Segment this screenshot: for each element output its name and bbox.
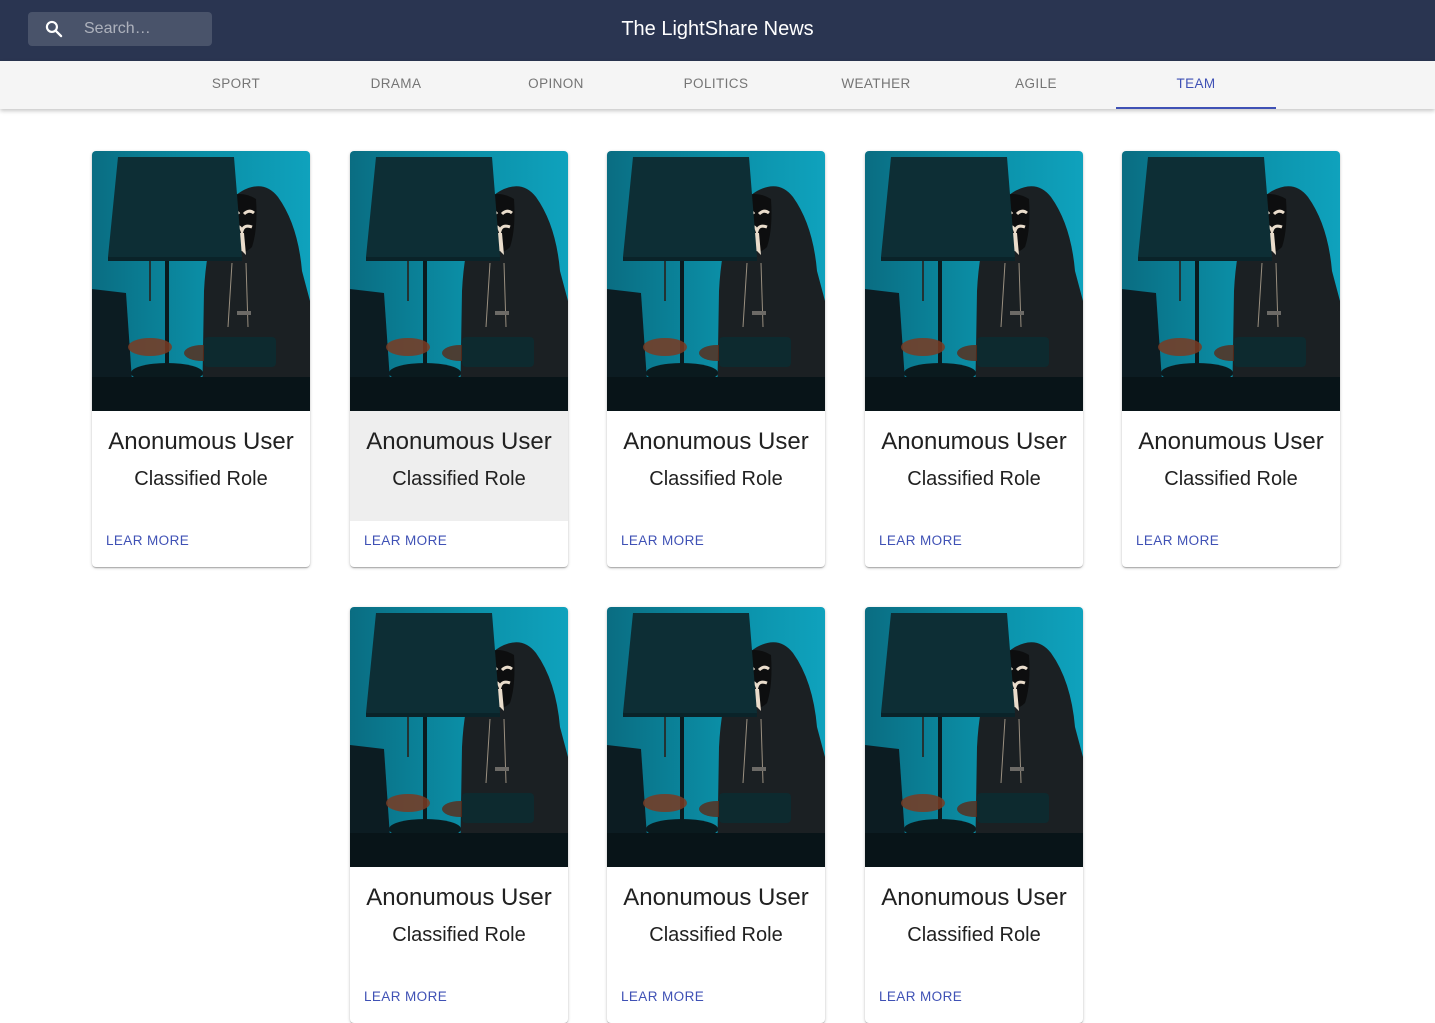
learn-more-button[interactable]: Lear More bbox=[106, 533, 189, 548]
member-role: Classified Role bbox=[907, 924, 1041, 946]
team-card-1[interactable]: Anonumous User Classified Role Lear More bbox=[92, 151, 310, 567]
tab-drama[interactable]: Drama bbox=[316, 61, 476, 109]
card-content: Anonumous User Classified Role bbox=[607, 867, 825, 977]
learn-more-button[interactable]: Lear More bbox=[879, 989, 962, 1004]
card-content: Anonumous User Classified Role bbox=[607, 411, 825, 521]
tabs: Sport Drama Opinon Politics Weather Agil… bbox=[156, 61, 1276, 109]
learn-more-button[interactable]: Lear More bbox=[364, 989, 447, 1004]
member-name: Anonumous User bbox=[881, 428, 1067, 455]
tab-team[interactable]: Team bbox=[1116, 61, 1276, 109]
card-content: Anonumous User Classified Role bbox=[865, 867, 1083, 977]
learn-more-button[interactable]: Lear More bbox=[364, 533, 447, 548]
card-content: Anonumous User Classified Role bbox=[865, 411, 1083, 521]
card-actions: Lear More bbox=[1122, 521, 1340, 567]
team-member-photo bbox=[607, 607, 825, 867]
member-name: Anonumous User bbox=[623, 428, 809, 455]
learn-more-button[interactable]: Lear More bbox=[621, 533, 704, 548]
tab-sport[interactable]: Sport bbox=[156, 61, 316, 109]
member-name: Anonumous User bbox=[366, 428, 552, 455]
tab-politics[interactable]: Politics bbox=[636, 61, 796, 109]
member-role: Classified Role bbox=[392, 468, 526, 490]
card-actions: Lear More bbox=[865, 977, 1083, 1023]
member-name: Anonumous User bbox=[623, 884, 809, 911]
team-member-photo bbox=[350, 151, 568, 411]
member-name: Anonumous User bbox=[366, 884, 552, 911]
team-grid: Anonumous User Classified Role Lear More bbox=[0, 0, 1435, 1023]
learn-more-button[interactable]: Lear More bbox=[879, 533, 962, 548]
category-tab-bar: Sport Drama Opinon Politics Weather Agil… bbox=[0, 61, 1435, 109]
card-content: Anonumous User Classified Role bbox=[1122, 411, 1340, 521]
card-actions: Lear More bbox=[92, 521, 310, 567]
card-actions: Lear More bbox=[350, 977, 568, 1023]
team-member-photo bbox=[607, 151, 825, 411]
tab-opinon[interactable]: Opinon bbox=[476, 61, 636, 109]
member-name: Anonumous User bbox=[881, 884, 1067, 911]
member-role: Classified Role bbox=[134, 468, 268, 490]
team-member-photo bbox=[865, 607, 1083, 867]
member-role: Classified Role bbox=[649, 468, 783, 490]
tab-weather[interactable]: Weather bbox=[796, 61, 956, 109]
tab-agile[interactable]: Agile bbox=[956, 61, 1116, 109]
team-card-3[interactable]: Anonumous User Classified Role Lear More bbox=[607, 151, 825, 567]
team-member-photo bbox=[865, 151, 1083, 411]
member-name: Anonumous User bbox=[108, 428, 294, 455]
member-role: Classified Role bbox=[907, 468, 1041, 490]
team-card-6[interactable]: Anonumous User Classified Role Lear More bbox=[350, 607, 568, 1023]
member-name: Anonumous User bbox=[1138, 428, 1324, 455]
card-actions: Lear More bbox=[607, 521, 825, 567]
team-card-8[interactable]: Anonumous User Classified Role Lear More bbox=[865, 607, 1083, 1023]
card-content: Anonumous User Classified Role bbox=[92, 411, 310, 521]
team-member-photo bbox=[92, 151, 310, 411]
team-card-2[interactable]: Anonumous User Classified Role Lear More bbox=[350, 151, 568, 567]
member-role: Classified Role bbox=[1164, 468, 1298, 490]
card-actions: Lear More bbox=[865, 521, 1083, 567]
card-actions: Lear More bbox=[350, 521, 568, 567]
team-member-photo bbox=[1122, 151, 1340, 411]
card-actions: Lear More bbox=[607, 977, 825, 1023]
team-card-7[interactable]: Anonumous User Classified Role Lear More bbox=[607, 607, 825, 1023]
member-role: Classified Role bbox=[392, 924, 526, 946]
team-card-4[interactable]: Anonumous User Classified Role Lear More bbox=[865, 151, 1083, 567]
team-member-photo bbox=[350, 607, 568, 867]
card-content: Anonumous User Classified Role bbox=[350, 867, 568, 977]
team-card-5[interactable]: Anonumous User Classified Role Lear More bbox=[1122, 151, 1340, 567]
member-role: Classified Role bbox=[649, 924, 783, 946]
card-content: Anonumous User Classified Role bbox=[350, 411, 568, 521]
learn-more-button[interactable]: Lear More bbox=[1136, 533, 1219, 548]
learn-more-button[interactable]: Lear More bbox=[621, 989, 704, 1004]
